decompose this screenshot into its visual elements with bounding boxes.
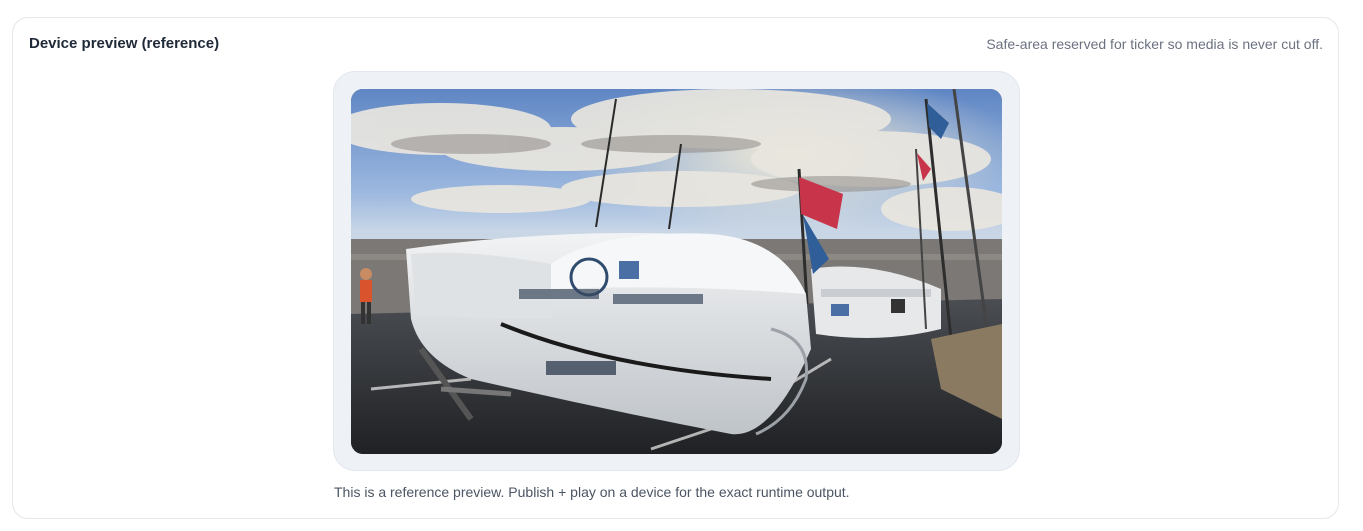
media-preview-image <box>351 89 1002 454</box>
boat-photo <box>351 89 1002 454</box>
safe-area-hint: Safe-area reserved for ticker so media i… <box>986 35 1323 52</box>
device-frame <box>333 71 1020 471</box>
panel-title: Device preview (reference) <box>29 35 220 52</box>
preview-caption: This is a reference preview. Publish + p… <box>334 484 850 500</box>
panel-header: Device preview (reference) Safe-area res… <box>29 35 1323 52</box>
device-preview-panel: Device preview (reference) Safe-area res… <box>12 17 1339 519</box>
